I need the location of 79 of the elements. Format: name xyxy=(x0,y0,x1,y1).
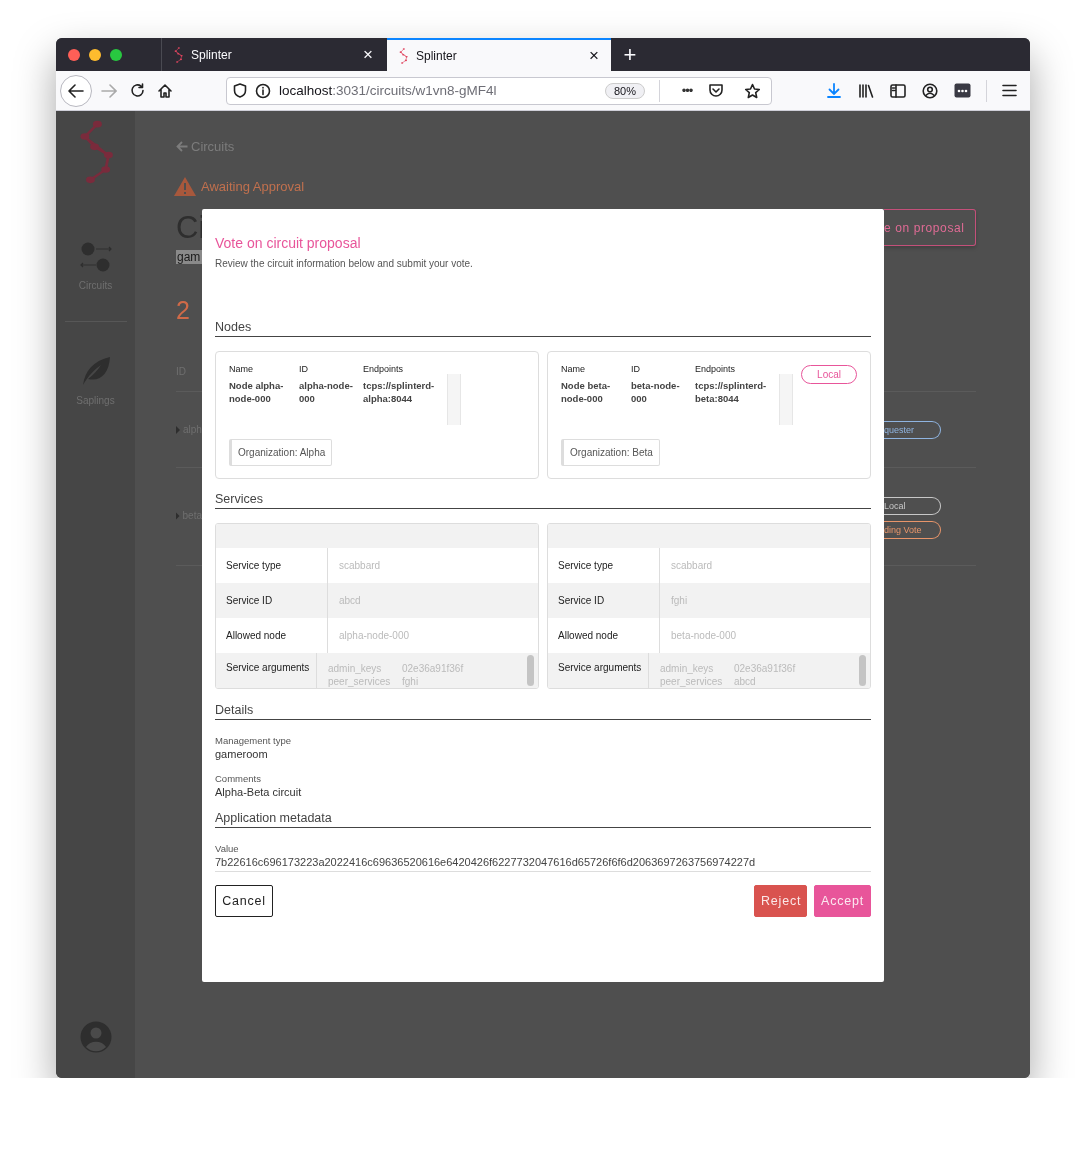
address-bar[interactable]: localhost:3031/circuits/w1vn8-gMF4l 80% ••• xyxy=(226,76,772,105)
library-icon xyxy=(857,83,875,98)
forward-icon xyxy=(101,83,117,98)
status-text: Awaiting Approval xyxy=(201,178,305,194)
column-label: Endpoints xyxy=(695,364,737,374)
logo-icon xyxy=(399,47,408,64)
section-heading: Nodes xyxy=(215,320,871,337)
info-icon xyxy=(255,82,271,99)
scroll-track xyxy=(779,374,793,425)
back-arrow-icon xyxy=(68,83,84,98)
zoom-level[interactable]: 80% xyxy=(604,82,645,99)
close-button[interactable]: × xyxy=(359,46,377,63)
cancel-button[interactable]: Cancel xyxy=(215,885,273,917)
section-heading: Details xyxy=(215,703,871,720)
sidebar-icon xyxy=(890,83,906,98)
organization-chip: Organization: Beta xyxy=(561,439,660,466)
column-label: Name xyxy=(561,364,586,374)
back-arrow-icon xyxy=(176,140,188,152)
local-badge: Local xyxy=(801,365,857,384)
row-value: scabbard xyxy=(670,559,714,573)
count-text: 2 xyxy=(176,296,191,325)
section-heading: Services xyxy=(215,492,871,509)
logo-icon xyxy=(174,46,183,63)
node-value: alpha-node-000 xyxy=(299,379,354,405)
shield-icon xyxy=(233,83,247,98)
field-value: gameroom xyxy=(215,748,269,760)
url-text: localhost:3031/circuits/w1vn8-gMF4l xyxy=(279,83,497,98)
scrollbar-thumb[interactable] xyxy=(527,655,534,686)
download-icon xyxy=(827,83,841,98)
node-value: Node alpha-node-000 xyxy=(229,379,285,405)
row-label: Service arguments xyxy=(548,653,649,688)
back-button[interactable] xyxy=(60,74,92,107)
scrollbar-thumb[interactable] xyxy=(859,655,866,686)
field-label: Management type xyxy=(215,735,293,746)
organization-chip: Organization: Alpha xyxy=(229,439,333,466)
page-subtitle: gam xyxy=(176,250,202,264)
row-label: Service arguments xyxy=(216,653,317,688)
scroll-track xyxy=(447,374,461,425)
column-label: Name xyxy=(229,364,254,374)
reload-icon xyxy=(129,83,145,98)
account-icon xyxy=(922,82,938,99)
node-value: beta-node-000 xyxy=(631,379,681,405)
logo-icon xyxy=(77,120,114,184)
window-control-icon[interactable] xyxy=(68,48,80,61)
row-value: scabbard xyxy=(338,559,382,573)
field-label: Comments xyxy=(215,773,262,784)
close-button[interactable]: × xyxy=(585,47,603,64)
column-label: Endpoints xyxy=(363,364,405,374)
field-value: Alpha-Beta circuit xyxy=(215,786,303,798)
warning-icon xyxy=(174,176,196,196)
caret-icon xyxy=(176,425,180,434)
section-heading: Application metadata xyxy=(215,811,871,828)
star-icon[interactable] xyxy=(744,82,761,99)
window-control-icon[interactable] xyxy=(110,48,122,61)
page-actions-button[interactable]: ••• xyxy=(674,83,700,98)
caret-icon xyxy=(176,511,180,520)
node-value: Node beta-node-000 xyxy=(561,379,612,405)
browser-tab[interactable]: Splinter × xyxy=(387,38,611,71)
row-value: beta-node-000 xyxy=(670,629,738,643)
row-value: alpha-node-000 xyxy=(338,629,411,643)
node-value: tcps://splinterd-alpha:8044 xyxy=(363,379,436,405)
new-tab-button[interactable]: + xyxy=(613,38,647,71)
menu-icon xyxy=(1001,84,1017,97)
tab-title: Splinter xyxy=(416,48,457,63)
field-label: Value xyxy=(215,843,240,854)
extension-icon xyxy=(953,83,971,98)
window-control-icon[interactable] xyxy=(89,48,101,61)
tab-title: Splinter xyxy=(191,47,232,62)
home-icon xyxy=(157,83,173,98)
pocket-icon[interactable] xyxy=(708,83,724,98)
node-value: tcps://splinterd-beta:8044 xyxy=(695,379,768,405)
row-label: Service ID xyxy=(216,583,328,618)
nodes-icon xyxy=(79,242,112,272)
dialog-subtitle: Review the circuit information below and submit your vote. xyxy=(215,258,474,269)
column-label: ID xyxy=(299,364,309,374)
metadata-value: 7b22616c696173223a2022416c69636520616e6420426f6227732047616d65726f6f6d2063697263756974227d xyxy=(215,856,871,872)
column-label: ID xyxy=(631,364,641,374)
row-label: Service ID xyxy=(548,583,660,618)
dialog-title: Vote on circuit proposal xyxy=(215,235,362,252)
